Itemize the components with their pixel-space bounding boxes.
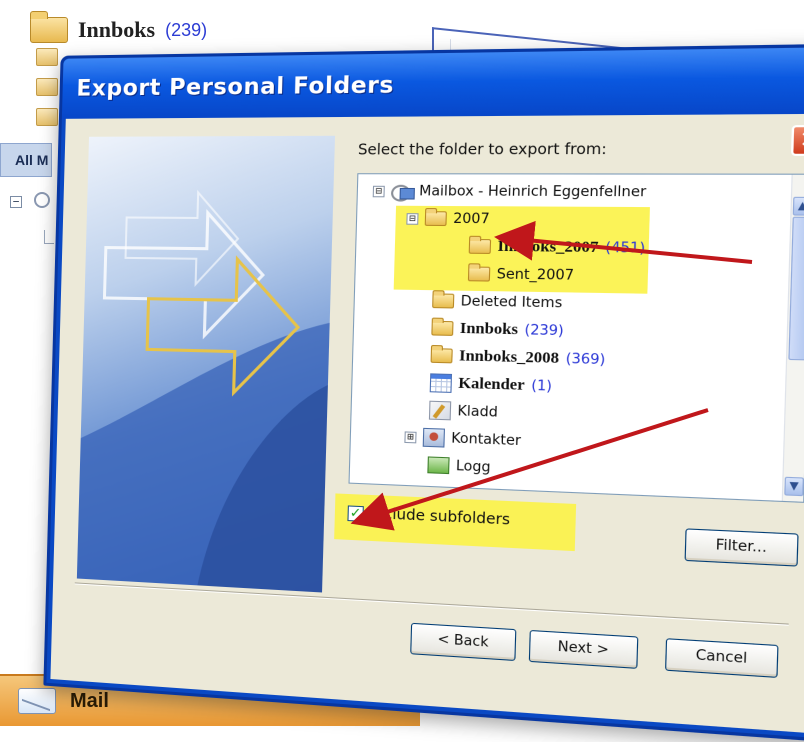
draft-icon xyxy=(429,401,451,421)
cancel-button[interactable]: Cancel xyxy=(665,638,779,678)
background-folder-title: Innboks xyxy=(78,17,155,43)
background-folder-header: Innboks (239) xyxy=(30,10,207,50)
tree-item-label: Kontakter xyxy=(451,430,521,448)
tree-item-logg[interactable]: Logg xyxy=(427,452,491,480)
folder-icon xyxy=(36,48,58,66)
scroll-up-icon[interactable]: ▲ xyxy=(793,197,804,216)
folder-icon xyxy=(36,108,58,126)
folder-icon xyxy=(469,239,491,254)
unread-count: (239) xyxy=(524,322,564,339)
collapse-icon[interactable]: ⊟ xyxy=(373,185,385,197)
include-subfolders-checkbox[interactable]: ✓ xyxy=(347,505,363,521)
mail-icon xyxy=(18,688,56,714)
background-folder-count: (239) xyxy=(165,20,207,41)
tree-item-mailbox[interactable]: ⊟ Mailbox - Heinrich Eggenfellner xyxy=(373,178,647,204)
tree-item-2007[interactable]: ⊟ 2007 xyxy=(406,206,490,232)
background-tree-line xyxy=(44,230,54,244)
folder-tree[interactable]: ⊟ Mailbox - Heinrich Eggenfellner ⊟ 2007… xyxy=(348,173,804,503)
filter-button[interactable]: Filter... xyxy=(685,528,799,566)
background-mailbox-icon xyxy=(34,192,50,208)
folder-icon xyxy=(30,17,68,43)
tree-item-label: Innboks_2008 xyxy=(459,347,559,368)
tree-item-kontakter[interactable]: ⊞ Kontakter xyxy=(404,424,521,454)
back-button[interactable]: < Back xyxy=(410,623,516,661)
tree-item-kalender[interactable]: Kalender (1) xyxy=(430,370,553,399)
wizard-illustration xyxy=(77,136,335,593)
dialog-body: Select the folder to export from: ⊟ Mail… xyxy=(50,114,804,733)
next-button[interactable]: Next > xyxy=(529,630,639,669)
folder-icon xyxy=(431,348,453,363)
tree-item-deleted-items[interactable]: Deleted Items xyxy=(432,288,563,316)
export-dialog: Export Personal Folders Select the folde… xyxy=(43,44,804,742)
scroll-down-icon[interactable]: ▼ xyxy=(784,477,804,497)
tree-scrollbar[interactable]: ▲ ▼ xyxy=(782,175,804,502)
mail-nav-label: Mail xyxy=(70,690,109,713)
wizard-arrows-graphic xyxy=(77,136,335,593)
tree-item-label: Mailbox - Heinrich Eggenfellner xyxy=(419,183,646,200)
close-icon[interactable]: ✕ xyxy=(791,125,804,156)
tree-item-label: Innboks xyxy=(460,320,519,339)
select-folder-label: Select the folder to export from: xyxy=(358,141,607,158)
tree-item-label: Innboks_2007 xyxy=(497,238,598,257)
folder-icon xyxy=(468,266,490,281)
contacts-icon xyxy=(423,428,445,448)
tree-item-label: Sent_2007 xyxy=(497,266,575,283)
background-folder-list xyxy=(36,48,60,138)
unread-count: (369) xyxy=(566,351,606,368)
dialog-separator xyxy=(75,582,789,625)
scroll-thumb[interactable] xyxy=(788,217,804,361)
unread-count: (1) xyxy=(531,378,552,395)
dialog-title-bar[interactable]: Export Personal Folders xyxy=(62,47,804,119)
tree-item-innboks[interactable]: Innboks (239) xyxy=(431,315,564,343)
expand-icon[interactable]: ⊞ xyxy=(404,431,416,443)
dialog-title: Export Personal Folders xyxy=(76,73,394,102)
tree-item-innboks-2007[interactable]: Innboks_2007 (451) xyxy=(469,234,646,262)
folder-icon xyxy=(431,321,453,336)
tree-item-sent-2007[interactable]: Sent_2007 xyxy=(468,261,575,288)
folder-icon xyxy=(36,78,58,96)
background-collapse-icon[interactable]: − xyxy=(10,196,22,208)
tree-item-kladd[interactable]: Kladd xyxy=(429,398,498,426)
unread-count: (451) xyxy=(605,240,645,257)
calendar-icon xyxy=(430,373,452,393)
tree-item-label: 2007 xyxy=(453,211,490,227)
folder-icon xyxy=(432,293,454,308)
background-nav-tab[interactable]: All M xyxy=(0,143,52,177)
mailbox-icon xyxy=(391,183,413,200)
tree-item-innboks-2008[interactable]: Innboks_2008 (369) xyxy=(430,343,605,373)
collapse-icon[interactable]: ⊟ xyxy=(406,213,418,225)
tree-item-label: Kalender xyxy=(458,375,525,395)
tree-item-label: Deleted Items xyxy=(460,293,562,311)
tree-item-label: Logg xyxy=(456,458,491,475)
folder-icon xyxy=(425,211,447,226)
tree-item-label: Kladd xyxy=(457,403,498,420)
journal-icon xyxy=(427,456,449,474)
